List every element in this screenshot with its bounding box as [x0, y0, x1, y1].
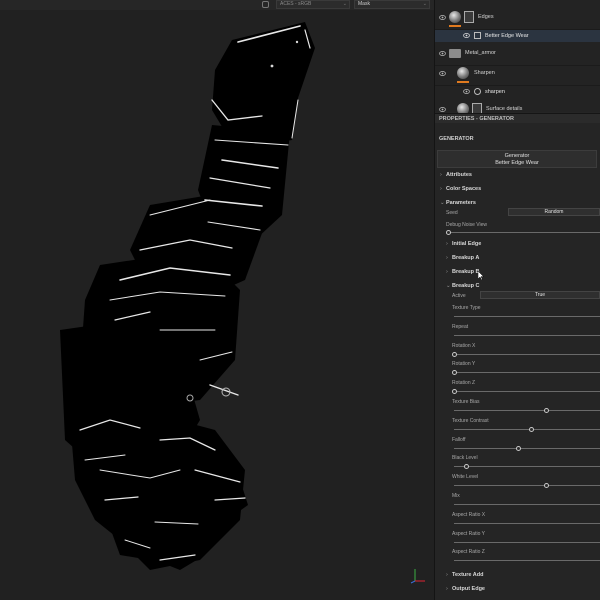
slider-label: Mix	[452, 493, 460, 499]
section-initial-edge[interactable]: › Initial Edge	[446, 241, 481, 247]
eye-icon[interactable]	[439, 107, 446, 112]
layer-stack: Edges Better Edge Wear Metal_armor Sharp…	[435, 0, 600, 122]
generator-section-label: GENERATOR	[439, 136, 474, 142]
generator-name: Better Edge Wear	[495, 160, 539, 166]
axis-gizmo	[410, 569, 425, 584]
layer-color-tag	[457, 81, 469, 83]
slider-knob[interactable]	[452, 351, 457, 357]
mouse-cursor-icon	[478, 271, 484, 280]
generator-picker-button[interactable]: Generator Better Edge Wear	[437, 150, 597, 168]
properties-header: PROPERTIES - GENERATOR	[435, 113, 600, 123]
section-breakup-b[interactable]: › Breakup B	[446, 269, 480, 275]
section-parameters[interactable]: ⌄Parameters	[440, 200, 476, 206]
slider-label: Rotation Y	[452, 361, 476, 368]
section-breakup-a[interactable]: › Breakup A	[446, 255, 479, 261]
parameter-slider[interactable]	[454, 410, 600, 411]
seed-label: Seed	[446, 210, 458, 216]
slider-label: Aspect Ratio X	[452, 511, 486, 518]
section-color-spaces[interactable]: › Color Spaces	[440, 186, 481, 192]
layer-name: Metal_armor	[465, 50, 496, 56]
parameter-slider[interactable]	[454, 353, 600, 355]
seed-random-button[interactable]: Random	[508, 208, 600, 216]
sublayer-name: Better Edge Wear	[485, 33, 529, 39]
generator-icon	[474, 32, 481, 39]
mask-thumbnail[interactable]	[464, 11, 474, 23]
folder-icon	[449, 49, 461, 58]
slider-label: Texture Bias	[452, 399, 480, 405]
active-label: Active	[452, 293, 466, 299]
generator-title: Generator	[504, 153, 530, 159]
slider-label: Rotation X	[452, 342, 476, 349]
eye-icon[interactable]	[463, 33, 470, 38]
parameter-slider[interactable]	[454, 466, 600, 468]
parameter-slider[interactable]	[454, 372, 600, 374]
slider-label: Aspect Ratio Z	[452, 549, 485, 556]
parameter-slider[interactable]	[454, 391, 600, 393]
debug-noise-view-knob[interactable]	[446, 230, 451, 235]
layer-name: Surface details	[486, 106, 523, 112]
eye-icon[interactable]	[463, 89, 470, 94]
slider-label: Rotation Z	[452, 380, 476, 387]
slider-label: Black Level	[452, 455, 478, 462]
parameter-slider[interactable]	[454, 447, 600, 449]
slider-label: Repeat	[452, 323, 469, 330]
eye-icon[interactable]	[439, 15, 446, 20]
sublayer-better-edge-wear[interactable]: Better Edge Wear	[435, 30, 600, 42]
debug-noise-view-slider[interactable]	[448, 232, 600, 233]
sublayer-sharpen[interactable]: sharpen	[435, 86, 600, 98]
layer-edges[interactable]: Edges	[435, 6, 600, 30]
filter-icon	[474, 88, 481, 95]
debug-noise-view-label: Debug Noise View	[446, 222, 488, 228]
parameter-slider[interactable]	[454, 560, 600, 562]
section-texture-add[interactable]: › Texture Add	[446, 572, 483, 578]
parameter-slider[interactable]	[454, 504, 600, 505]
slider-label: Texture Type	[452, 305, 481, 311]
layer-name: Sharpen	[474, 70, 495, 76]
slider-label: Texture Contrast	[452, 417, 489, 424]
parameter-slider[interactable]	[454, 334, 600, 336]
parameter-slider[interactable]	[454, 522, 600, 524]
layer-name: Edges	[478, 14, 494, 20]
slider-label: White Level	[452, 474, 479, 481]
slider-knob[interactable]	[543, 408, 549, 413]
slider-label: Aspect Ratio Y	[452, 530, 485, 537]
parameter-slider[interactable]	[454, 428, 600, 430]
parameter-slider[interactable]	[454, 485, 600, 487]
sublayer-name: sharpen	[485, 89, 505, 95]
parameter-slider[interactable]	[454, 316, 600, 317]
parameter-slider[interactable]	[454, 541, 600, 543]
slider-knob[interactable]	[516, 445, 522, 451]
slider-label: Falloff	[452, 436, 466, 443]
layer-color-tag	[449, 25, 461, 27]
section-attributes[interactable]: › Attributes	[440, 172, 472, 178]
section-breakup-c[interactable]: ⌄Breakup C	[446, 283, 480, 289]
eye-icon[interactable]	[439, 71, 446, 76]
armor-mask-render	[60, 22, 315, 570]
layer-sharpen[interactable]: Sharpen	[435, 62, 600, 86]
material-thumbnail	[457, 67, 469, 79]
right-panel: Edges Better Edge Wear Metal_armor Sharp…	[434, 0, 600, 600]
section-output-edge[interactable]: › Output Edge	[446, 586, 485, 592]
eye-icon[interactable]	[439, 51, 446, 56]
3d-viewport[interactable]: ACES - sRGB ⌄ Mask ⌄	[0, 0, 434, 600]
material-thumbnail	[449, 11, 461, 23]
active-toggle[interactable]: True	[480, 291, 600, 299]
